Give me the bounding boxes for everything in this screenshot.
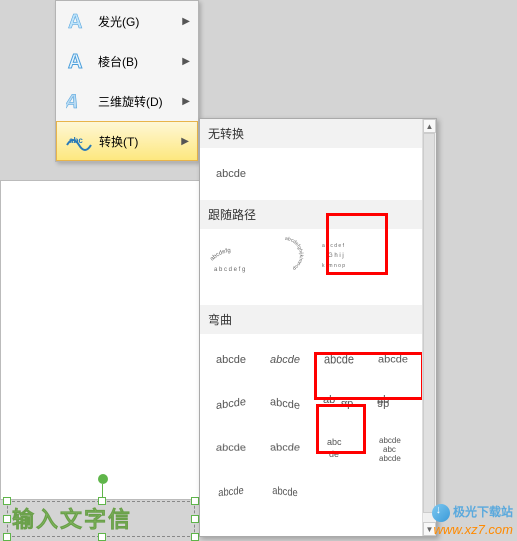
menu-label-rotate3d: 三维旋转(D) xyxy=(92,93,182,110)
submenu-scrollbar[interactable]: ▲ ▼ xyxy=(422,119,436,536)
menu-label-glow: 发光(G) xyxy=(92,13,182,30)
resize-handle-l[interactable] xyxy=(3,515,11,523)
effect-path-arch[interactable]: abcdefg a b c d e f g xyxy=(206,235,256,275)
menu-item-bevel[interactable]: A 棱台(B) ▶ xyxy=(56,41,198,81)
effect-warp-4[interactable]: abcde xyxy=(368,340,418,380)
effect-warp-1[interactable]: abcde xyxy=(206,340,256,380)
resize-handle-r[interactable] xyxy=(191,515,199,523)
glow-icon: A xyxy=(64,9,92,33)
effect-warp-14[interactable]: abcde xyxy=(260,472,310,512)
scroll-up-button[interactable]: ▲ xyxy=(423,119,436,133)
wordart-placeholder-text[interactable]: 输入文字信 xyxy=(8,502,194,534)
document-canvas: 输入文字信 xyxy=(0,180,200,500)
watermark-site-url: www.xz7.com xyxy=(432,522,513,537)
bevel-icon: A xyxy=(64,49,92,73)
menu-item-transform[interactable]: abc 转换(T) ▶ xyxy=(56,121,198,161)
svg-text:k l m n o p: k l m n o p xyxy=(322,263,345,269)
watermark: 极光下载站 www.xz7.com xyxy=(432,503,513,537)
effect-no-transform[interactable]: abcde xyxy=(206,154,256,194)
section-header-follow-path: 跟随路径 xyxy=(200,200,436,229)
svg-text:abc: abc xyxy=(327,437,342,447)
resize-handle-tr[interactable] xyxy=(191,497,199,505)
resize-handle-br[interactable] xyxy=(191,533,199,541)
menu-item-glow[interactable]: A 发光(G) ▶ xyxy=(56,1,198,41)
svg-text:ab: ab xyxy=(377,398,389,410)
text-effects-menu: A 发光(G) ▶ A 棱台(B) ▶ A 三维旋转(D) ▶ abc 转换(T… xyxy=(55,0,199,162)
svg-text:abcde: abcde xyxy=(379,436,401,445)
watermark-logo-icon xyxy=(432,504,450,522)
chevron-right-icon: ▶ xyxy=(181,136,189,147)
effect-warp-11[interactable]: abc de xyxy=(314,428,364,468)
section-header-no-transform: 无转换 xyxy=(200,119,436,148)
effect-warp-5[interactable]: abcde xyxy=(206,384,256,424)
effect-warp-6[interactable]: abcde xyxy=(260,384,310,424)
effect-warp-12[interactable]: abcdeabcabcde xyxy=(368,428,418,468)
svg-text:A: A xyxy=(68,11,82,33)
svg-text:A: A xyxy=(66,91,82,113)
rotate3d-icon: A xyxy=(64,89,92,113)
transform-icon: abc xyxy=(65,131,93,151)
chevron-right-icon: ▶ xyxy=(182,16,190,27)
effect-warp-7[interactable]: abab xyxy=(314,384,364,424)
svg-text:a b c d e f g: a b c d e f g xyxy=(214,267,245,273)
watermark-site-name: 极光下载站 xyxy=(453,505,513,519)
menu-item-rotate3d[interactable]: A 三维旋转(D) ▶ xyxy=(56,81,198,121)
wordart-selection-box[interactable]: 输入文字信 xyxy=(7,501,195,537)
resize-handle-tl[interactable] xyxy=(3,497,11,505)
scroll-thumb[interactable] xyxy=(423,133,435,513)
effect-path-button[interactable]: a b c d e f G h i j k l m n o p xyxy=(314,235,364,275)
resize-handle-bl[interactable] xyxy=(3,533,11,541)
svg-text:A: A xyxy=(68,51,82,73)
effect-warp-13[interactable]: abcde xyxy=(206,472,256,512)
effect-path-circle[interactable]: abcdefghijklmnop xyxy=(260,235,310,275)
rotation-handle[interactable] xyxy=(98,474,108,484)
effect-warp-10[interactable]: abcde xyxy=(260,428,310,468)
svg-text:abcdefghijklmnop: abcdefghijklmnop xyxy=(285,236,304,272)
effect-warp-3[interactable]: abcde xyxy=(314,340,364,380)
svg-text:abcdefg: abcdefg xyxy=(209,248,231,262)
transform-submenu: 无转换 abc de 跟随路径 abcdefg a b c d e f g abcd… xyxy=(199,118,437,537)
effect-warp-9[interactable]: abcde xyxy=(206,428,256,468)
effect-warp-2[interactable]: abcde xyxy=(260,340,310,380)
svg-text:abc: abc xyxy=(69,136,83,145)
section-header-warp: 弯曲 xyxy=(200,305,436,334)
resize-handle-b[interactable] xyxy=(98,533,106,541)
chevron-right-icon: ▶ xyxy=(182,56,190,67)
svg-text:abcde: abcde xyxy=(379,454,401,463)
menu-label-transform: 转换(T) xyxy=(93,133,181,150)
effect-warp-8[interactable]: abab xyxy=(368,384,418,424)
svg-text:G h i j: G h i j xyxy=(328,253,344,259)
svg-text:ab: ab xyxy=(341,398,353,410)
resize-handle-t[interactable] xyxy=(98,497,106,505)
menu-label-bevel: 棱台(B) xyxy=(92,53,182,70)
chevron-right-icon: ▶ xyxy=(182,96,190,107)
svg-text:ab: ab xyxy=(323,394,335,406)
svg-text:de: de xyxy=(329,449,339,459)
svg-text:abc: abc xyxy=(383,445,396,454)
svg-text:a b c d e f: a b c d e f xyxy=(322,243,345,249)
